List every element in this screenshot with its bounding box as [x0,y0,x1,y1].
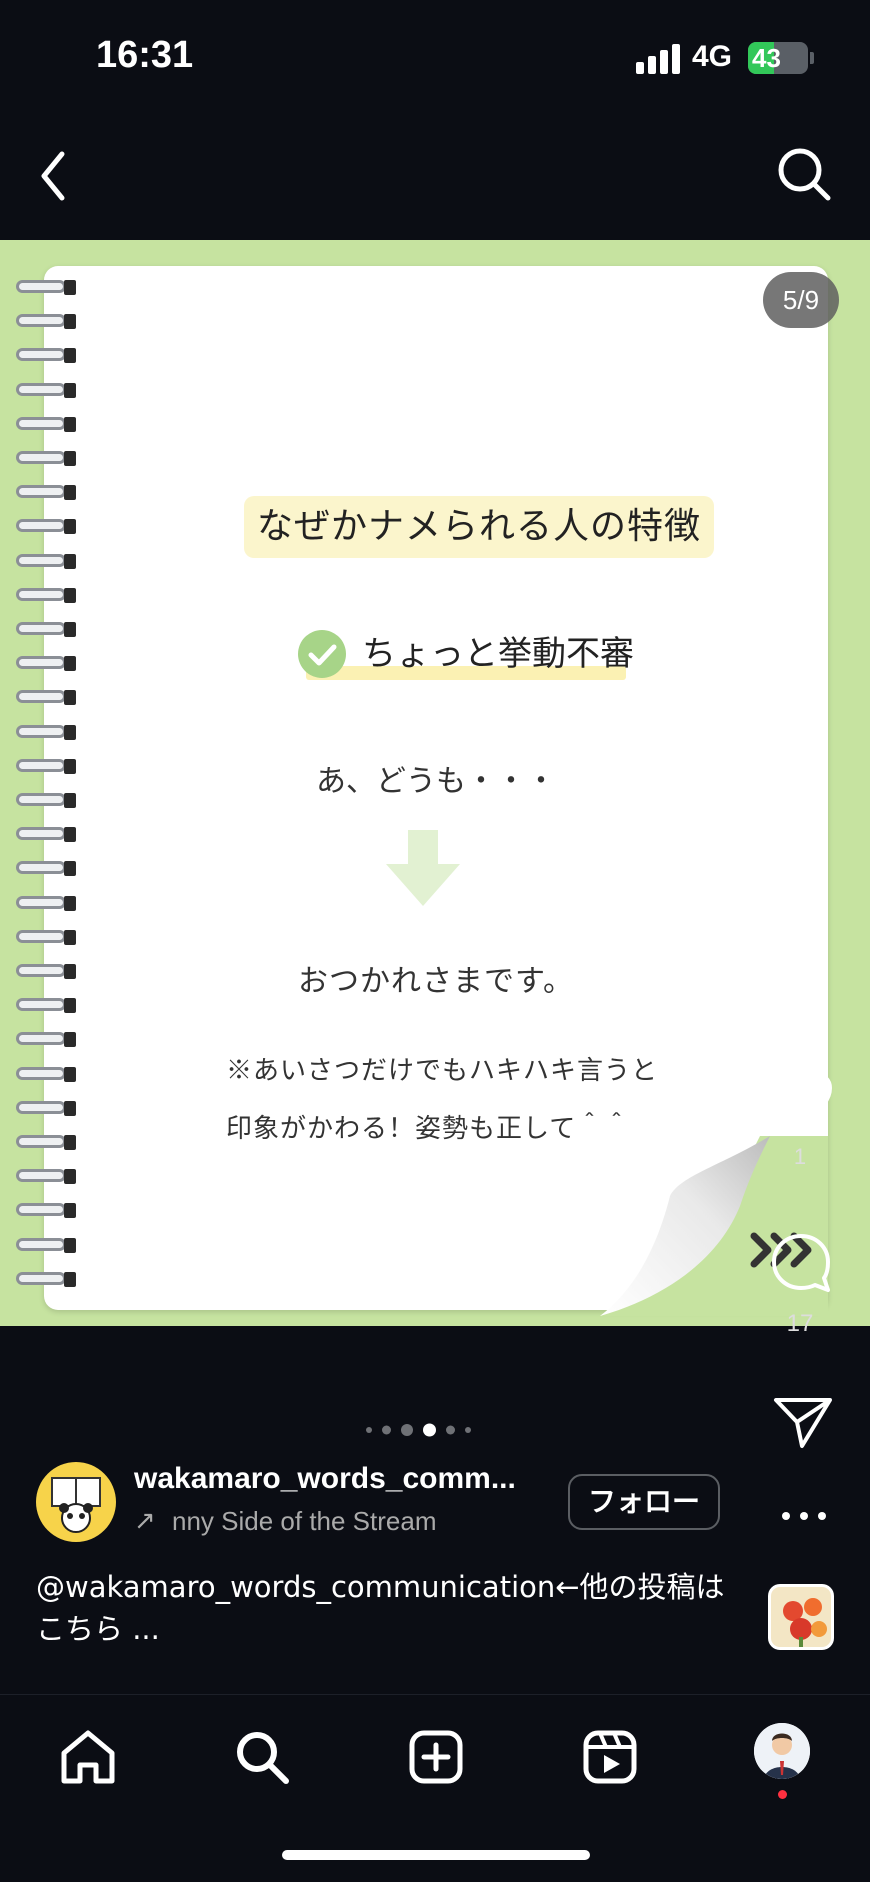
signal-icon [636,44,682,74]
status-time: 16:31 [96,34,194,76]
pagination-dot [423,1423,436,1437]
follow-button[interactable]: フォロー [568,1474,720,1530]
spiral-ring [14,310,76,332]
greeting-text: あ、どうも・・・ [316,764,556,799]
post-title: なぜかナメられる人の特徴 [256,506,701,547]
slide-counter: 5/9 [763,272,839,328]
spiral-ring [14,515,76,537]
search-tab-icon[interactable] [232,1727,292,1787]
spiral-ring [14,1165,76,1187]
share-icon[interactable] [772,1394,834,1450]
audio-row[interactable]: ↗ nny Side of the Stream [134,1506,494,1536]
home-indicator [282,1850,590,1860]
reels-icon[interactable] [580,1727,640,1787]
audio-thumbnail[interactable] [768,1584,834,1650]
author-username[interactable]: wakamaro_words_comm... [134,1462,516,1496]
home-icon[interactable] [58,1727,118,1787]
top-nav [0,110,870,240]
audio-title: nny Side of the Stream [172,1506,437,1536]
checkmark-icon [298,630,346,678]
spiral-ring [14,755,76,777]
post-image[interactable]: なぜかナメられる人の特徴 ちょっと挙動不審 あ、どうも・・・ おつかれさまです。… [0,240,870,1326]
spiral-ring [14,789,76,811]
point-label: ちょっと挙動不審 [362,634,634,674]
spiral-ring [14,344,76,366]
battery-level: 43 [752,43,781,73]
heart-icon[interactable] [768,1070,834,1130]
pagination-dots [360,1420,510,1440]
chevron-left-icon [41,151,65,201]
battery-icon: 43 [748,42,808,74]
spiral-ring [14,857,76,879]
comment-count: 17 [786,1310,814,1337]
pagination-dot [382,1425,391,1435]
search-button[interactable] [770,130,840,210]
post-caption[interactable]: @wakamaro_words_communication←他の投稿はこちら .… [36,1566,736,1650]
pagination-dot [465,1427,471,1433]
spiral-ring [14,276,76,298]
search-icon [778,148,831,201]
spiral-ring [14,550,76,572]
spiral-ring [14,481,76,503]
spiral-ring [14,652,76,674]
note-line-2: 印象がかわる！姿勢も正して＾＾ [226,1114,631,1144]
spiral-ring [14,1097,76,1119]
pagination-dot [401,1424,413,1436]
spiral-ring [14,1234,76,1256]
spiral-ring [14,447,76,469]
back-button[interactable] [30,130,90,210]
profile-avatar[interactable] [754,1723,810,1779]
more-options-button[interactable] [780,1500,828,1530]
spiral-ring [14,618,76,640]
down-arrow-icon [386,830,460,906]
create-icon[interactable] [406,1727,466,1787]
title-highlight: なぜかナメられる人の特徴 [244,496,714,558]
reply-text: おつかれさまです。 [298,964,574,999]
pagination-dot [446,1425,455,1435]
author-avatar[interactable] [36,1462,116,1542]
network-type: 4G [692,40,733,73]
spiral-ring [14,1268,76,1290]
spiral-ring [14,1131,76,1153]
note-line-1: ※あいさつだけでもハキハキ言うと [226,1056,659,1086]
spiral-ring [14,892,76,914]
pagination-dot [366,1427,372,1433]
spiral-ring [14,584,76,606]
spiral-ring [14,379,76,401]
spiral-ring [14,1199,76,1221]
like-count: 1 [793,1144,807,1169]
spiral-ring [14,1063,76,1085]
notification-dot [778,1790,787,1799]
comment-icon[interactable] [768,1230,834,1296]
spiral-ring [14,413,76,435]
spiral-ring [14,686,76,708]
spiral-ring [14,823,76,845]
spiral-ring [14,960,76,982]
point-row: ちょっと挙動不審 [298,626,638,686]
spiral-ring [14,721,76,743]
spiral-ring [14,994,76,1016]
status-bar: 16:31 4G 43 [0,0,870,110]
spiral-ring [14,926,76,948]
spiral-ring [14,1028,76,1050]
spiral-binding [14,276,76,1306]
arrow-up-right-icon: ↗ [134,1506,156,1536]
